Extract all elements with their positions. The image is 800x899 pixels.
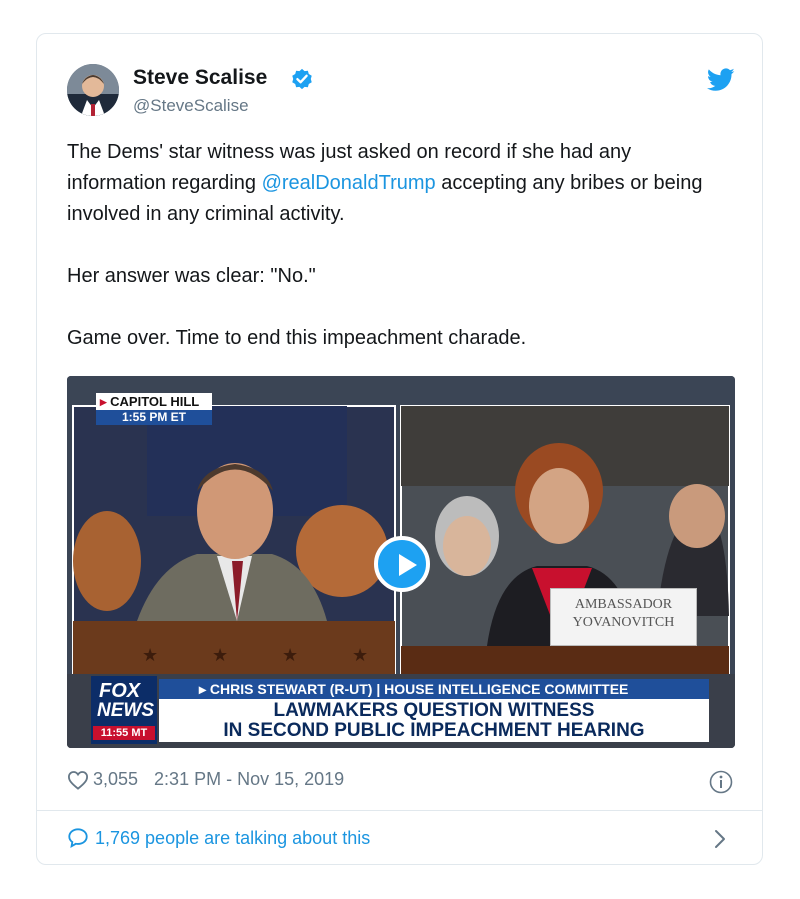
logo-time: 11:55 MT [93, 726, 155, 740]
tweet-text: The Dems' star witness was just asked on… [67, 137, 727, 354]
svg-text:★: ★ [142, 645, 158, 665]
mention-link[interactable]: @realDonaldTrump [262, 172, 436, 194]
chyron-speaker: ▸ CHRIS STEWART (R-UT) | HOUSE INTELLIGE… [159, 679, 709, 699]
author-name[interactable]: Steve Scalise [133, 66, 267, 90]
svg-text:★: ★ [352, 645, 368, 665]
play-icon[interactable] [374, 536, 430, 592]
like-count[interactable]: 3,055 [93, 769, 138, 790]
tweet-meta: 3,055 2:31 PM - Nov 15, 2019 [67, 769, 344, 790]
network-logo: FOX NEWS 11:55 MT [91, 676, 157, 744]
tweet-paragraph-2: Her answer was clear: "No." [67, 265, 316, 287]
author-handle[interactable]: @SteveScalise [133, 96, 249, 116]
tweet-card: Steve Scalise @SteveScalise The Dems' st… [36, 33, 763, 865]
location-tag: ▸ CAPITOL HILL 1:55 PM ET [96, 393, 212, 425]
timestamp[interactable]: 2:31 PM - Nov 15, 2019 [154, 769, 344, 790]
chyron-headline: LAWMAKERS QUESTION WITNESS IN SECOND PUB… [159, 699, 709, 742]
verified-badge-icon [292, 68, 312, 90]
logo-line-2: NEWS [97, 700, 154, 721]
conversation-link[interactable]: 1,769 people are talking about this [67, 827, 370, 849]
conversation-text: 1,769 people are talking about this [95, 827, 371, 848]
chevron-right-icon[interactable] [713, 828, 727, 850]
chyron-speaker-text: CHRIS STEWART (R-UT) | HOUSE INTELLIGENC… [209, 681, 629, 697]
speech-bubble-icon [68, 828, 88, 849]
chyron-line-1: LAWMAKERS QUESTION WITNESS [273, 700, 595, 721]
heart-icon[interactable] [67, 770, 89, 790]
svg-text:★: ★ [282, 645, 298, 665]
nameplate-line-2: YOVANOVITCH [572, 615, 675, 630]
divider [37, 810, 762, 811]
video-thumbnail[interactable]: ★ ★ ★ ★ ▸ CAPITOL HILL 1:55 PM ET AMBASS… [67, 376, 735, 748]
avatar[interactable] [67, 64, 119, 116]
tweet-paragraph-1: The Dems' star witness was just asked on… [67, 137, 727, 230]
nameplate: AMBASSADOR YOVANOVITCH [550, 588, 697, 646]
twitter-bird-icon[interactable] [707, 68, 735, 92]
location-label: ▸ CAPITOL HILL [96, 393, 212, 410]
nameplate-line-1: AMBASSADOR [574, 597, 673, 612]
info-icon[interactable] [709, 770, 733, 794]
location-text: CAPITOL HILL [110, 394, 200, 409]
location-time: 1:55 PM ET [96, 410, 212, 425]
chyron-line-2: IN SECOND PUBLIC IMPEACHMENT HEARING [223, 720, 645, 741]
tweet-paragraph-3: Game over. Time to end this impeachment … [67, 327, 527, 349]
svg-text:★: ★ [212, 645, 228, 665]
